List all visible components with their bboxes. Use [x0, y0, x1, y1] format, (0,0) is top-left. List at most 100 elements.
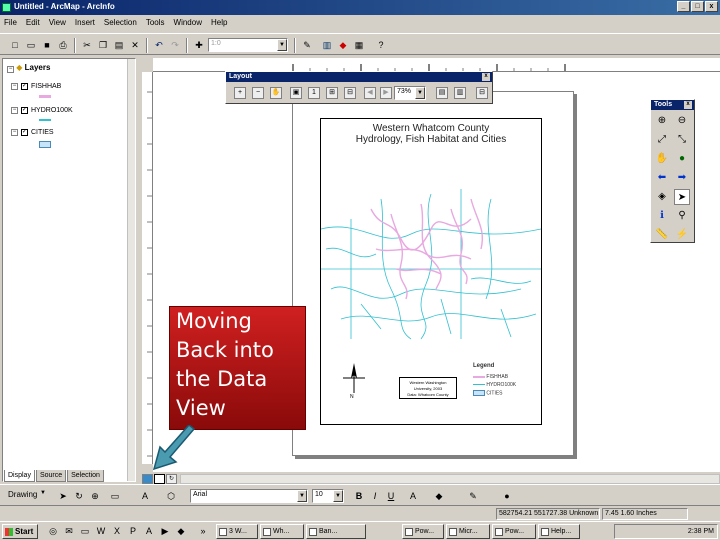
collapse-icon[interactable]: − [11, 107, 18, 114]
quicklaunch-more-icon[interactable]: » [196, 524, 210, 538]
cut-icon[interactable]: ✂ [80, 38, 94, 52]
quicklaunch-access-icon[interactable]: A [142, 524, 156, 538]
open-icon[interactable]: ▭ [24, 38, 38, 52]
zoom-out-icon[interactable]: − [252, 87, 264, 99]
collapse-icon[interactable]: − [7, 66, 14, 73]
menu-tools[interactable]: Tools [146, 18, 165, 31]
tab-selection[interactable]: Selection [67, 470, 104, 482]
close-button[interactable]: x [705, 1, 718, 12]
taskbar-button[interactable]: Pow... [402, 524, 444, 539]
quicklaunch-arcmap-icon[interactable]: ◆ [174, 524, 188, 538]
quicklaunch-excel-icon[interactable]: X [110, 524, 124, 538]
new-rectangle-icon[interactable]: ▭ [108, 489, 122, 503]
layer-item-hydro100k[interactable]: − ✓ HYDRO100K [11, 107, 73, 114]
select-features-icon[interactable]: ◈ [654, 189, 670, 205]
arctoolbox-icon[interactable]: ◆ [336, 38, 350, 52]
forward-icon[interactable]: ➡ [674, 170, 690, 186]
quicklaunch-media-icon[interactable]: ▶ [158, 524, 172, 538]
taskbar-button[interactable]: Ban... [306, 524, 366, 539]
collapse-icon[interactable]: − [11, 83, 18, 90]
toggle-draft-icon[interactable]: ▤ [436, 87, 448, 99]
fixed-zoom-out-icon[interactable]: ⊟ [344, 87, 356, 99]
full-extent-icon[interactable]: ● [674, 151, 690, 167]
identify-icon[interactable]: ℹ [654, 208, 670, 224]
data-frame[interactable]: Western Whatcom County Hydrology, Fish H… [320, 118, 542, 425]
quicklaunch-outlook-icon[interactable]: ✉ [62, 524, 76, 538]
layer-item-fishhab[interactable]: − ✓ FISHHAB [11, 83, 61, 90]
redo-icon[interactable]: ↷ [168, 38, 182, 52]
edit-vertices-icon[interactable]: ⬡ [164, 489, 178, 503]
chevron-down-icon[interactable]: ▼ [40, 490, 46, 496]
marker-color-icon[interactable]: ● [500, 489, 514, 503]
select-elements-icon[interactable]: ➤ [674, 189, 690, 205]
help-icon[interactable]: ? [374, 38, 388, 52]
rotate-icon[interactable]: ↻ [72, 489, 86, 503]
add-data-icon[interactable]: ✚ [192, 38, 206, 52]
quicklaunch-word-icon[interactable]: W [94, 524, 108, 538]
find-icon[interactable]: ⚲ [674, 208, 690, 224]
layer-item-cities[interactable]: − ✓ CITIES [11, 129, 54, 136]
layer-checkbox[interactable]: ✓ [21, 107, 28, 114]
back-extent-icon[interactable]: ◀ [364, 87, 376, 99]
minimize-button[interactable]: _ [677, 1, 690, 12]
zoom-to-selected-icon[interactable]: ⊕ [88, 489, 102, 503]
taskbar-button[interactable]: 3 W... [216, 524, 258, 539]
fixed-zoom-in-icon[interactable]: ⤢ [654, 132, 670, 148]
quicklaunch-ie-icon[interactable]: ◎ [46, 524, 60, 538]
zoom-out-icon[interactable]: ⊖ [674, 113, 690, 129]
line-color-icon[interactable]: ✎ [466, 489, 480, 503]
menu-insert[interactable]: Insert [75, 18, 95, 31]
tab-source[interactable]: Source [35, 470, 67, 482]
focus-data-frame-icon[interactable]: ▥ [454, 87, 466, 99]
bold-button[interactable]: B [352, 489, 366, 503]
layer-checkbox[interactable]: ✓ [21, 83, 28, 90]
close-icon[interactable]: x [684, 101, 692, 109]
zoom-in-icon[interactable]: ⊕ [654, 113, 670, 129]
menu-edit[interactable]: Edit [26, 18, 40, 31]
undo-icon[interactable]: ↶ [152, 38, 166, 52]
delete-icon[interactable]: ✕ [128, 38, 142, 52]
menu-view[interactable]: View [49, 18, 66, 31]
quicklaunch-ppt-icon[interactable]: P [126, 524, 140, 538]
menu-window[interactable]: Window [174, 18, 202, 31]
arccatalog-icon[interactable]: ▥ [320, 38, 334, 52]
chevron-down-icon[interactable]: ▼ [297, 490, 307, 502]
menu-selection[interactable]: Selection [104, 18, 137, 31]
save-icon[interactable]: ■ [40, 38, 54, 52]
toc-scrollbar[interactable] [127, 59, 135, 481]
copy-icon[interactable]: ❐ [96, 38, 110, 52]
forward-extent-icon[interactable]: ▶ [380, 87, 392, 99]
change-layout-icon[interactable]: ⊟ [476, 87, 488, 99]
select-elements-icon[interactable]: ➤ [56, 489, 70, 503]
paste-icon[interactable]: ▤ [112, 38, 126, 52]
fill-color-icon[interactable]: ◆ [432, 489, 446, 503]
font-size-combo[interactable]: 10 ▼ [312, 489, 344, 503]
measure-icon[interactable]: 📏 [654, 227, 670, 243]
maximize-button[interactable]: □ [691, 1, 704, 12]
drawing-menu[interactable]: Drawing [8, 490, 37, 499]
command-line-icon[interactable]: ▦ [352, 38, 366, 52]
new-text-icon[interactable]: A [138, 489, 152, 503]
editor-icon[interactable]: ✎ [300, 38, 314, 52]
scale-combo[interactable]: 1:0 ▼ [208, 38, 288, 52]
font-combo[interactable]: Arial ▼ [190, 489, 308, 503]
fixed-zoom-out-icon[interactable]: ⤡ [674, 132, 690, 148]
layout-view-button[interactable] [154, 474, 165, 484]
back-icon[interactable]: ⬅ [654, 170, 670, 186]
menu-help[interactable]: Help [211, 18, 227, 31]
start-button[interactable]: Start [2, 524, 38, 539]
new-icon[interactable]: □ [8, 38, 22, 52]
layer-checkbox[interactable]: ✓ [21, 129, 28, 136]
horizontal-scrollbar[interactable] [180, 474, 720, 484]
refresh-view-button[interactable]: ↻ [166, 474, 177, 484]
taskbar-button[interactable]: Micr... [446, 524, 490, 539]
taskbar-button[interactable]: Wh... [260, 524, 304, 539]
close-icon[interactable]: x [482, 73, 490, 81]
data-view-button[interactable] [142, 474, 153, 484]
chevron-down-icon[interactable]: ▼ [277, 39, 287, 51]
menu-file[interactable]: File [4, 18, 17, 31]
pan-icon[interactable]: ✋ [654, 151, 670, 167]
font-color-icon[interactable]: A [406, 489, 420, 503]
fixed-zoom-in-icon[interactable]: ⊞ [326, 87, 338, 99]
taskbar-button[interactable]: Help... [538, 524, 580, 539]
